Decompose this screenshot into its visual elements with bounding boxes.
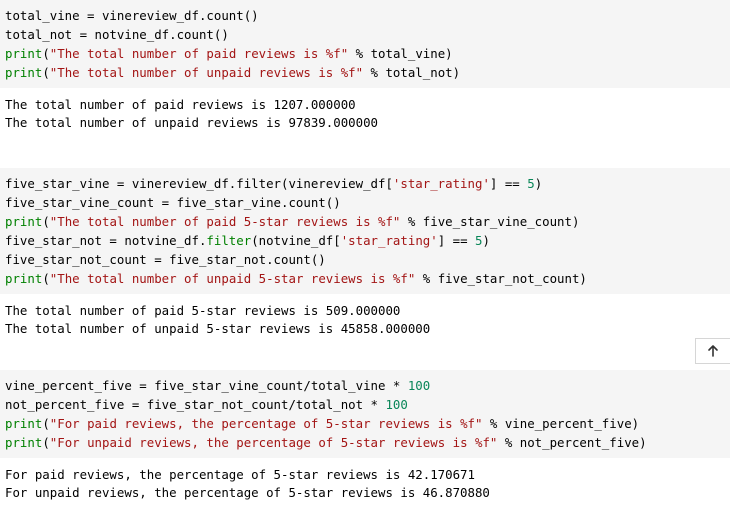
code-input[interactable]: five_star_vine = vinereview_df.filter(vi… (0, 168, 730, 294)
output-line: For unpaid reviews, the percentage of 5-… (5, 485, 490, 500)
notebook-cell-2: five_star_vine = vinereview_df.filter(vi… (0, 168, 730, 370)
code-line: print("The total number of paid 5-star r… (5, 214, 580, 229)
code-line: total_not = notvine_df.count() (5, 27, 229, 42)
code-line: print("For unpaid reviews, the percentag… (5, 435, 647, 450)
code-line: total_vine = vinereview_df.count() (5, 8, 259, 23)
code-line: print("For paid reviews, the percentage … (5, 416, 640, 431)
output-line: The total number of paid 5-star reviews … (5, 303, 401, 318)
code-line: print("The total number of paid reviews … (5, 46, 453, 61)
notebook-cell-3: vine_percent_five = five_star_vine_count… (0, 370, 730, 516)
code-line: five_star_vine = vinereview_df.filter(vi… (5, 176, 543, 191)
output-line: The total number of paid reviews is 1207… (5, 97, 356, 112)
cell-output: For paid reviews, the percentage of 5-st… (0, 458, 730, 516)
scroll-to-top-button[interactable] (695, 338, 730, 364)
code-line: five_star_not_count = five_star_not.coun… (5, 252, 326, 267)
notebook-cell-1: total_vine = vinereview_df.count() total… (0, 0, 730, 168)
code-line: five_star_not = notvine_df.filter(notvin… (5, 233, 490, 248)
code-input[interactable]: vine_percent_five = five_star_vine_count… (0, 370, 730, 458)
output-line: The total number of unpaid reviews is 97… (5, 115, 378, 130)
cell-output: The total number of paid 5-star reviews … (0, 294, 730, 370)
code-line: vine_percent_five = five_star_vine_count… (5, 378, 431, 393)
code-line: five_star_vine_count = five_star_vine.co… (5, 195, 341, 210)
cell-output: The total number of paid reviews is 1207… (0, 88, 730, 168)
code-line: not_percent_five = five_star_not_count/t… (5, 397, 408, 412)
code-line: print("The total number of unpaid 5-star… (5, 271, 587, 286)
code-line: print("The total number of unpaid review… (5, 65, 461, 80)
arrow-up-icon (708, 345, 718, 357)
output-line: The total number of unpaid 5-star review… (5, 321, 431, 336)
code-input[interactable]: total_vine = vinereview_df.count() total… (0, 0, 730, 88)
notebook: total_vine = vinereview_df.count() total… (0, 0, 730, 516)
output-line: For paid reviews, the percentage of 5-st… (5, 467, 475, 482)
